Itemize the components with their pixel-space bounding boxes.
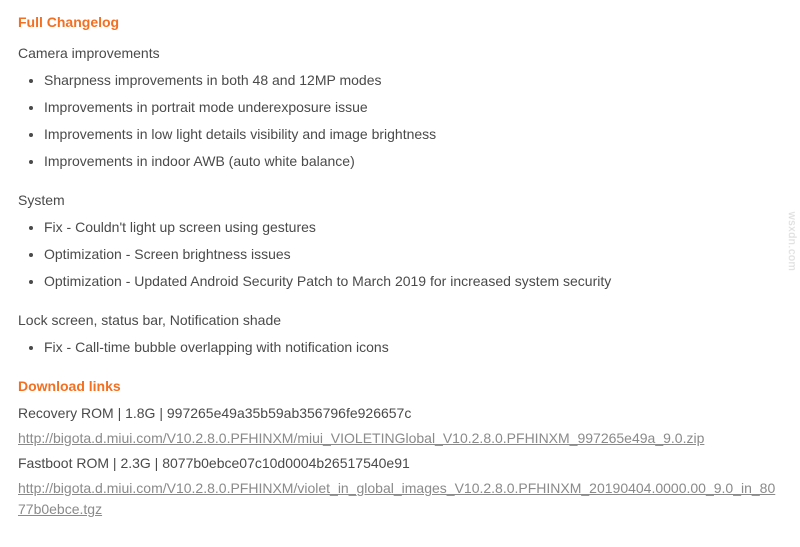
fastboot-rom-line: Fastboot ROM | 2.3G | 8077b0ebce07c10d00… — [18, 453, 782, 474]
list-item: Improvements in indoor AWB (auto white b… — [44, 151, 782, 172]
list-item: Fix - Call-time bubble overlapping with … — [44, 337, 782, 358]
recovery-rom-link[interactable]: http://bigota.d.miui.com/V10.2.8.0.PFHIN… — [18, 430, 704, 446]
list-item: Optimization - Screen brightness issues — [44, 244, 782, 265]
section-lockscreen-heading: Lock screen, status bar, Notification sh… — [18, 310, 782, 331]
full-changelog-title: Full Changelog — [18, 12, 782, 33]
list-item: Fix - Couldn't light up screen using ges… — [44, 217, 782, 238]
section-lockscreen-list: Fix - Call-time bubble overlapping with … — [18, 337, 782, 358]
list-item: Improvements in portrait mode underexpos… — [44, 97, 782, 118]
download-links-title: Download links — [18, 376, 782, 397]
section-system-list: Fix - Couldn't light up screen using ges… — [18, 217, 782, 292]
section-camera-list: Sharpness improvements in both 48 and 12… — [18, 70, 782, 172]
list-item: Sharpness improvements in both 48 and 12… — [44, 70, 782, 91]
list-item: Optimization - Updated Android Security … — [44, 271, 782, 292]
list-item: Improvements in low light details visibi… — [44, 124, 782, 145]
fastboot-rom-link[interactable]: http://bigota.d.miui.com/V10.2.8.0.PFHIN… — [18, 480, 775, 517]
watermark-text: wsxdn.com — [784, 211, 800, 271]
section-camera-heading: Camera improvements — [18, 43, 782, 64]
section-system-heading: System — [18, 190, 782, 211]
recovery-rom-line: Recovery ROM | 1.8G | 997265e49a35b59ab3… — [18, 403, 782, 424]
